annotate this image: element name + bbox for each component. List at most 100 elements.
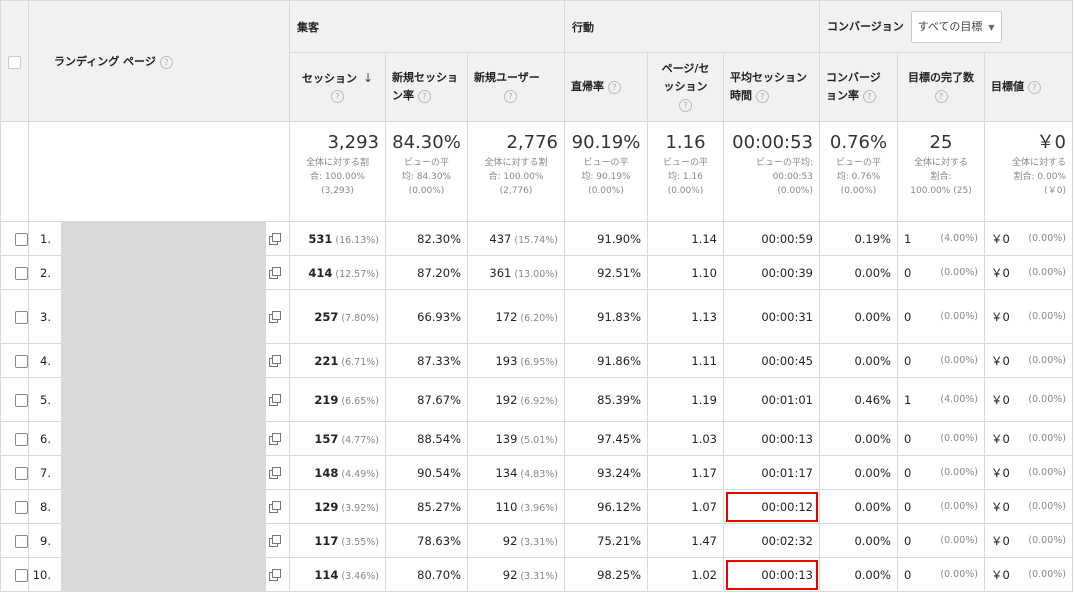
avg-session-duration-cell: 00:02:32	[723, 523, 820, 558]
total-avg-session-duration-note3: (0.00%)	[777, 186, 813, 196]
new-users-percent: (3.31%)	[520, 536, 558, 548]
goal-value-cell: ￥0 (0.00%)	[984, 255, 1073, 290]
new-users-percent: (13.00%)	[514, 268, 558, 280]
total-new-users-value: 2,776	[506, 132, 558, 153]
help-icon[interactable]: ?	[607, 80, 621, 94]
redacted-landing-page-url[interactable]	[61, 344, 266, 377]
landing-page-header[interactable]: ランディング ページ ?	[28, 0, 290, 122]
help-icon[interactable]: ?	[934, 89, 948, 103]
row-checkbox[interactable]	[15, 393, 28, 407]
landing-page-cell: 7.	[28, 455, 290, 490]
goal-completions-cell: 0 (0.00%)	[897, 343, 985, 378]
row-number: 4.	[40, 353, 51, 368]
goal-value-percent: (0.00%)	[1028, 311, 1066, 322]
avg-session-duration-column-header[interactable]: 平均セッション 時間 ?	[723, 52, 820, 122]
open-link-icon[interactable]	[269, 568, 281, 581]
goal-completions-column-header[interactable]: 目標の完了数 ?	[897, 52, 985, 122]
conversion-rate-cell: 0.00%	[819, 255, 898, 290]
bounce-rate-column-header[interactable]: 直帰率 ?	[564, 52, 648, 122]
total-goal-completions: 25 全体に対する 割合: 100.00% (25)	[897, 121, 985, 222]
row-checkbox[interactable]	[15, 266, 28, 280]
sessions-percent: (3.92%)	[341, 502, 379, 514]
total-pages-per-session-note2: 均: 1.16	[668, 172, 703, 182]
total-new-users-note: 全体に対する割	[484, 158, 548, 168]
totals-empty-cell	[0, 121, 29, 222]
open-link-icon[interactable]	[269, 393, 281, 406]
open-link-icon[interactable]	[269, 534, 281, 547]
row-checkbox[interactable]	[15, 432, 28, 446]
conversion-rate-cell: 0.00%	[819, 289, 898, 344]
redacted-landing-page-url[interactable]	[61, 378, 266, 421]
select-all-checkbox[interactable]	[8, 55, 21, 69]
chevron-down-icon: ▼	[988, 22, 995, 32]
pages-per-session-cell: 1.17	[647, 455, 724, 490]
sessions-column-header[interactable]: セッション ↓ ?	[289, 52, 386, 122]
goal-value-percent: (0.00%)	[1028, 233, 1066, 244]
goal-completions-value: 0	[904, 533, 912, 548]
redacted-landing-page-url[interactable]	[61, 456, 266, 489]
help-icon[interactable]: ?	[159, 55, 173, 69]
open-link-icon[interactable]	[269, 354, 281, 367]
avg-session-duration-cell: 00:00:59	[723, 221, 820, 256]
goal-value-value: ￥0	[991, 465, 1010, 480]
goal-value-header-label: 目標値	[991, 80, 1024, 93]
landing-page-report-table: ランディング ページ ? 集客 行動 コンバージョン すべての目標 ▼ セッション…	[0, 0, 1073, 592]
new-sessions-cell: 82.30%	[385, 221, 468, 256]
landing-page-cell: 4.	[28, 343, 290, 378]
row-checkbox[interactable]	[15, 534, 28, 548]
help-icon[interactable]: ?	[417, 89, 431, 103]
row-checkbox[interactable]	[15, 232, 28, 246]
help-icon[interactable]: ?	[679, 98, 692, 112]
new-sessions-column-header[interactable]: 新規セッショ ン率 ?	[385, 52, 468, 122]
total-conversion-rate-note3: (0.00%)	[840, 186, 877, 196]
help-icon[interactable]: ?	[862, 89, 876, 103]
help-icon[interactable]: ?	[331, 90, 344, 103]
redacted-landing-page-url[interactable]	[61, 422, 266, 455]
new-users-cell: 361 (13.00%)	[467, 255, 565, 290]
row-checkbox[interactable]	[15, 500, 28, 514]
pages-per-session-cell: 1.14	[647, 221, 724, 256]
row-checkbox[interactable]	[15, 568, 28, 582]
behavior-group-header: 行動	[564, 0, 820, 53]
help-icon[interactable]: ?	[504, 89, 517, 103]
sort-descending-icon[interactable]: ↓	[363, 71, 373, 85]
total-bounce-rate-value: 90.19%	[571, 132, 641, 153]
pages-per-session-cell: 1.10	[647, 255, 724, 290]
goal-completions-cell: 0 (0.00%)	[897, 455, 985, 490]
total-pages-per-session-value: 1.16	[665, 132, 706, 153]
open-link-icon[interactable]	[269, 232, 281, 245]
total-new-users-note2: 合: 100.00%	[488, 172, 544, 182]
goal-select-dropdown[interactable]: すべての目標 ▼	[910, 10, 1002, 43]
row-checkbox[interactable]	[15, 310, 28, 324]
goal-completions-cell: 0 (0.00%)	[897, 557, 985, 592]
open-link-icon[interactable]	[269, 432, 281, 445]
avg-session-duration-header-label-line2: 時間	[730, 89, 752, 102]
open-link-icon[interactable]	[269, 500, 281, 513]
help-icon[interactable]: ?	[755, 89, 769, 103]
goal-value-cell: ￥0 (0.00%)	[984, 343, 1073, 378]
landing-page-header-label: ランディング ページ	[54, 55, 156, 68]
row-checkbox[interactable]	[15, 354, 28, 368]
open-link-icon[interactable]	[269, 266, 281, 279]
open-link-icon[interactable]	[269, 310, 281, 323]
redacted-landing-page-url[interactable]	[61, 524, 266, 557]
redacted-landing-page-url[interactable]	[61, 490, 266, 523]
pages-per-session-column-header[interactable]: ページ/セ ッション ?	[647, 52, 724, 122]
redacted-landing-page-url[interactable]	[61, 256, 266, 289]
open-link-icon[interactable]	[269, 466, 281, 479]
sessions-cell: 257 (7.80%)	[289, 289, 386, 344]
sessions-value: 129	[314, 499, 339, 514]
conversion-rate-column-header[interactable]: コンバージ ョン率 ?	[819, 52, 898, 122]
new-users-cell: 139 (5.01%)	[467, 421, 565, 456]
goal-completions-percent: (0.00%)	[940, 467, 978, 478]
redacted-landing-page-url[interactable]	[61, 222, 266, 255]
redacted-landing-page-url[interactable]	[61, 290, 266, 343]
redacted-landing-page-url[interactable]	[61, 558, 266, 591]
new-users-column-header[interactable]: 新規ユーザー ?	[467, 52, 565, 122]
goal-value-value: ￥0	[991, 353, 1010, 368]
help-icon[interactable]: ?	[1027, 80, 1041, 94]
total-new-sessions-note: ビューの平	[403, 158, 449, 168]
goal-value-column-header[interactable]: 目標値 ?	[984, 52, 1073, 122]
row-checkbox[interactable]	[15, 466, 28, 480]
total-sessions-note3: (3,293)	[321, 186, 354, 196]
